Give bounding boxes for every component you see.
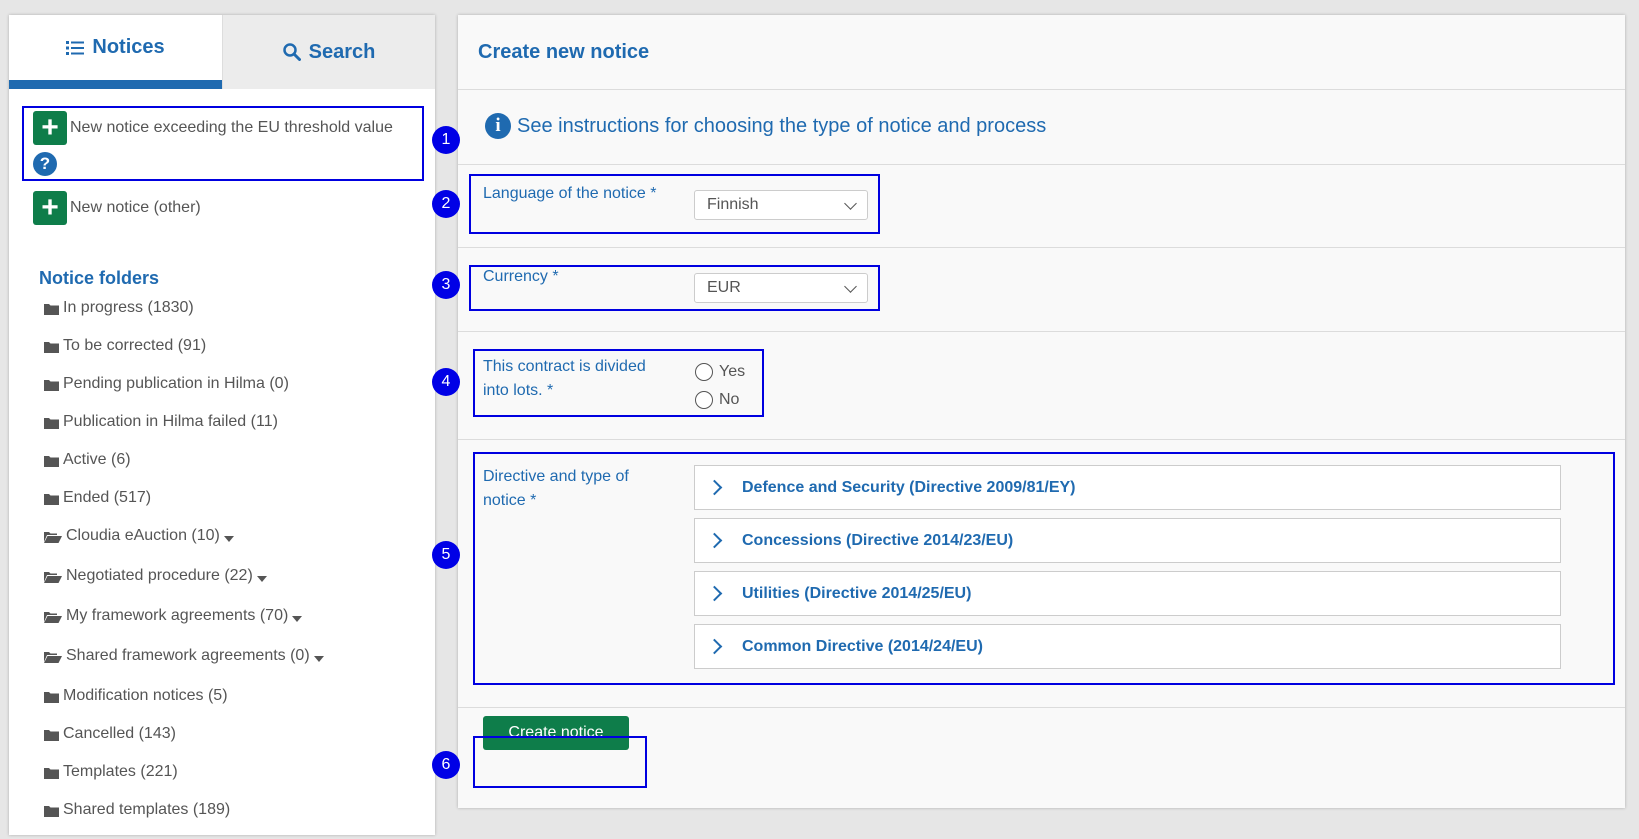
divider	[458, 164, 1625, 165]
folder-icon	[44, 690, 59, 708]
folder-icon	[44, 804, 59, 822]
folder-item[interactable]: Modification notices (5)	[44, 687, 324, 725]
folder-label: To be corrected (91)	[63, 337, 207, 354]
folder-icon	[44, 728, 59, 746]
annotation-number-3: 3	[432, 271, 460, 299]
annotation-number-4: 4	[432, 368, 460, 396]
folder-item[interactable]: Pending publication in Hilma (0)	[44, 375, 324, 413]
divider	[458, 707, 1625, 708]
folder-icon	[44, 454, 59, 472]
folder-item[interactable]: Publication in Hilma failed (11)	[44, 413, 324, 451]
folder-icon	[44, 416, 59, 434]
folder-label: Shared templates (189)	[63, 801, 231, 818]
folder-label: Negotiated procedure (22)	[66, 567, 253, 584]
tab-search-label: Search	[308, 40, 376, 63]
tab-notices[interactable]: Notices	[9, 15, 222, 89]
folder-label: Modification notices (5)	[63, 687, 228, 704]
caret-down-icon[interactable]	[223, 536, 234, 542]
info-icon: i	[485, 113, 511, 139]
list-icon	[66, 40, 85, 56]
plus-icon[interactable]: +	[33, 191, 67, 225]
folder-label: Cloudia eAuction (10)	[66, 527, 220, 544]
tab-search[interactable]: Search	[222, 15, 435, 89]
annotation-number-2: 2	[432, 190, 460, 218]
annotation-box-4	[473, 349, 764, 417]
notice-folders-title: Notice folders	[39, 268, 160, 288]
annotation-number-5: 5	[432, 541, 460, 569]
new-notice-other-label: New notice (other)	[70, 199, 201, 216]
folder-item[interactable]: To be corrected (91)	[44, 337, 324, 375]
divider	[458, 247, 1625, 248]
instructions-link[interactable]: i See instructions for choosing the type…	[485, 113, 1046, 139]
annotation-number-6: 6	[432, 751, 460, 779]
folder-label: Shared framework agreements (0)	[66, 647, 310, 664]
folder-item[interactable]: Templates (221)	[44, 763, 324, 801]
annotation-box-2	[469, 174, 880, 234]
divider	[458, 331, 1625, 332]
annotation-box-1	[22, 106, 424, 181]
folder-item[interactable]: Negotiated procedure (22)	[44, 567, 324, 607]
annotation-box-5	[473, 452, 1615, 685]
folder-label: Ended (517)	[63, 489, 152, 506]
folder-label: Pending publication in Hilma (0)	[63, 375, 289, 392]
annotation-box-3	[469, 265, 880, 311]
folder-label: Publication in Hilma failed (11)	[63, 413, 278, 430]
caret-down-icon[interactable]	[313, 656, 324, 662]
divider	[458, 89, 1625, 90]
annotation-number-1: 1	[432, 126, 460, 154]
folder-item[interactable]: Shared templates (189)	[44, 801, 324, 839]
folder-item[interactable]: Active (6)	[44, 451, 324, 489]
instructions-link-label: See instructions for choosing the type o…	[517, 114, 1047, 137]
folder-item[interactable]: Cancelled (143)	[44, 725, 324, 763]
folder-open-icon	[44, 610, 62, 628]
folder-open-icon	[44, 530, 62, 548]
folder-open-icon	[44, 650, 62, 668]
search-icon	[282, 43, 301, 61]
folder-label: In progress (1830)	[63, 299, 194, 316]
annotation-box-6	[473, 736, 647, 788]
folder-item[interactable]: My framework agreements (70)	[44, 607, 324, 647]
folder-item[interactable]: In progress (1830)	[44, 299, 324, 337]
folder-icon	[44, 492, 59, 510]
folder-icon	[44, 378, 59, 396]
folder-item[interactable]: Shared framework agreements (0)	[44, 647, 324, 687]
folder-icon	[44, 340, 59, 358]
tab-notices-label: Notices	[92, 36, 165, 58]
folder-open-icon	[44, 570, 62, 588]
page-title: Create new notice	[478, 41, 650, 63]
caret-down-icon[interactable]	[292, 616, 303, 622]
folder-label: Cancelled (143)	[63, 725, 176, 742]
folder-label: Templates (221)	[63, 763, 178, 780]
folder-item[interactable]: Cloudia eAuction (10)	[44, 527, 324, 567]
folder-icon	[44, 302, 59, 320]
caret-down-icon[interactable]	[256, 576, 267, 582]
folder-item[interactable]: Ended (517)	[44, 489, 324, 527]
sidebar-tabs: Notices Search	[9, 15, 435, 89]
folder-label: Active (6)	[63, 451, 131, 468]
folder-icon	[44, 766, 59, 784]
new-notice-other-link[interactable]: + New notice (other)	[33, 191, 201, 225]
folder-list: In progress (1830) To be corrected (91) …	[44, 299, 324, 839]
divider	[458, 439, 1625, 440]
folder-label: My framework agreements (70)	[66, 607, 289, 624]
